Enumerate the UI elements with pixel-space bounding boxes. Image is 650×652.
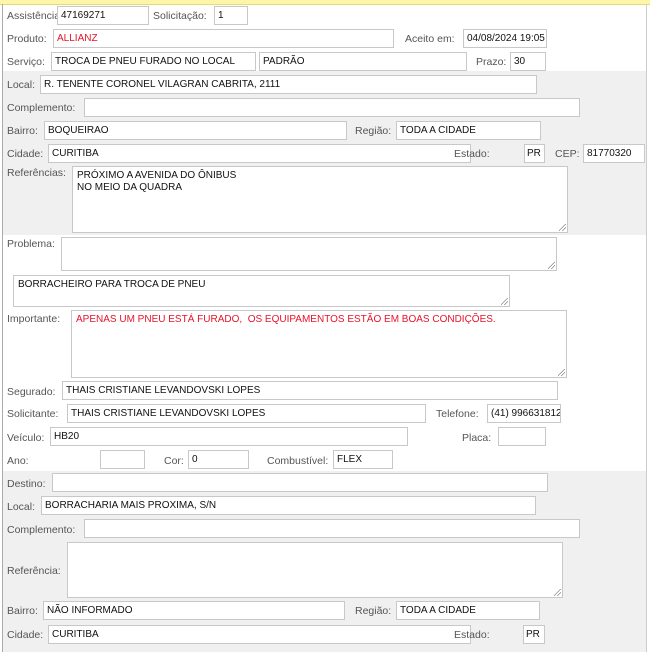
- problema-label: Problema:: [7, 238, 55, 250]
- referencias-textarea[interactable]: PRÓXIMO A AVENIDA DO ÔNIBUS NO MEIO DA Q…: [72, 166, 568, 233]
- destino-estado-field[interactable]: PR: [523, 625, 545, 644]
- local-field[interactable]: R. TENENTE CORONEL VILAGRAN CABRITA, 211…: [40, 75, 537, 94]
- placa-field[interactable]: [498, 427, 546, 446]
- telefone-field[interactable]: (41) 996631812: [487, 404, 561, 423]
- top-bar: [0, 0, 650, 5]
- servico-label: Serviço:: [7, 56, 45, 68]
- left-border: [2, 4, 3, 652]
- aceito-field[interactable]: 04/08/2024 19:05: [463, 29, 547, 48]
- placa-label: Placa:: [462, 432, 492, 444]
- servico-tipo-field[interactable]: PADRÃO: [259, 52, 467, 71]
- complemento-field[interactable]: [84, 98, 580, 117]
- ano-label: Ano:: [7, 455, 29, 467]
- combustivel-field[interactable]: FLEX: [333, 450, 393, 469]
- telefone-label: Telefone:: [436, 408, 479, 420]
- destino-field[interactable]: [52, 473, 548, 492]
- local-label: Local:: [7, 79, 36, 91]
- assistencia-field[interactable]: 47169271: [57, 6, 149, 25]
- veiculo-label: Veículo:: [7, 432, 45, 444]
- destino-local-field[interactable]: BORRACHARIA MAIS PROXIMA, S/N: [41, 496, 536, 515]
- regiao-label: Região:: [355, 125, 392, 137]
- descricao-textarea[interactable]: BORRACHEIRO PARA TROCA DE PNEU: [13, 275, 510, 307]
- solicitante-label: Solicitante:: [7, 408, 59, 420]
- destino-bairro-label: Bairro:: [7, 605, 38, 617]
- destino-cidade-field[interactable]: CURITIBA: [48, 625, 471, 644]
- bairro-field[interactable]: BOQUEIRAO: [44, 121, 347, 140]
- problema-textarea[interactable]: [61, 237, 557, 271]
- solicitacao-label: Solicitação:: [153, 10, 207, 22]
- importante-label: Importante:: [7, 313, 61, 325]
- destino-cidade-label: Cidade:: [7, 629, 44, 641]
- cidade-field[interactable]: CURITIBA: [48, 144, 471, 163]
- produto-field[interactable]: ALLIANZ: [53, 29, 394, 48]
- cor-field[interactable]: 0: [188, 450, 249, 469]
- solicitacao-field[interactable]: 1: [214, 6, 248, 25]
- prazo-field[interactable]: 30: [510, 52, 546, 71]
- produto-label: Produto:: [7, 33, 47, 45]
- destino-regiao-label: Região:: [355, 605, 392, 617]
- cor-label: Cor:: [164, 455, 184, 467]
- solicitante-field[interactable]: THAIS CRISTIANE LEVANDOVSKI LOPES: [67, 404, 426, 423]
- destino-referencia-textarea[interactable]: [67, 542, 563, 598]
- right-border: [646, 4, 647, 652]
- veiculo-field[interactable]: HB20: [50, 427, 408, 446]
- assistencia-label: Assistência:: [7, 10, 64, 22]
- importante-textarea[interactable]: APENAS UM PNEU ESTÁ FURADO, OS EQUIPAMEN…: [71, 310, 567, 378]
- referencias-label: Referências:: [7, 167, 66, 179]
- destino-referencia-label: Referência:: [7, 565, 61, 577]
- destino-complemento-label: Complemento:: [7, 524, 76, 536]
- aceito-label: Aceito em:: [405, 33, 455, 45]
- destino-regiao-field[interactable]: TODA A CIDADE: [396, 601, 540, 620]
- destino-complemento-field[interactable]: [84, 519, 580, 538]
- ano-field[interactable]: [100, 450, 145, 469]
- prazo-label: Prazo:: [476, 56, 507, 68]
- cep-field[interactable]: 81770320: [583, 144, 645, 163]
- estado-field[interactable]: PR: [524, 144, 545, 163]
- cep-label: CEP:: [555, 148, 580, 160]
- combustivel-label: Combustível:: [267, 455, 329, 467]
- destino-estado-label: Estado:: [454, 629, 490, 641]
- cidade-label: Cidade:: [7, 148, 44, 160]
- servico-field[interactable]: TROCA DE PNEU FURADO NO LOCAL: [51, 52, 256, 71]
- regiao-field[interactable]: TODA A CIDADE: [396, 121, 541, 140]
- segurado-label: Segurado:: [7, 386, 56, 398]
- segurado-field[interactable]: THAIS CRISTIANE LEVANDOVSKI LOPES: [62, 381, 558, 400]
- complemento-label: Complemento:: [7, 102, 76, 114]
- estado-label: Estado:: [454, 148, 490, 160]
- destino-label: Destino:: [7, 478, 46, 490]
- destino-bairro-field[interactable]: NÃO INFORMADO: [43, 601, 345, 620]
- bairro-label: Bairro:: [7, 125, 38, 137]
- destino-local-label: Local:: [7, 501, 36, 513]
